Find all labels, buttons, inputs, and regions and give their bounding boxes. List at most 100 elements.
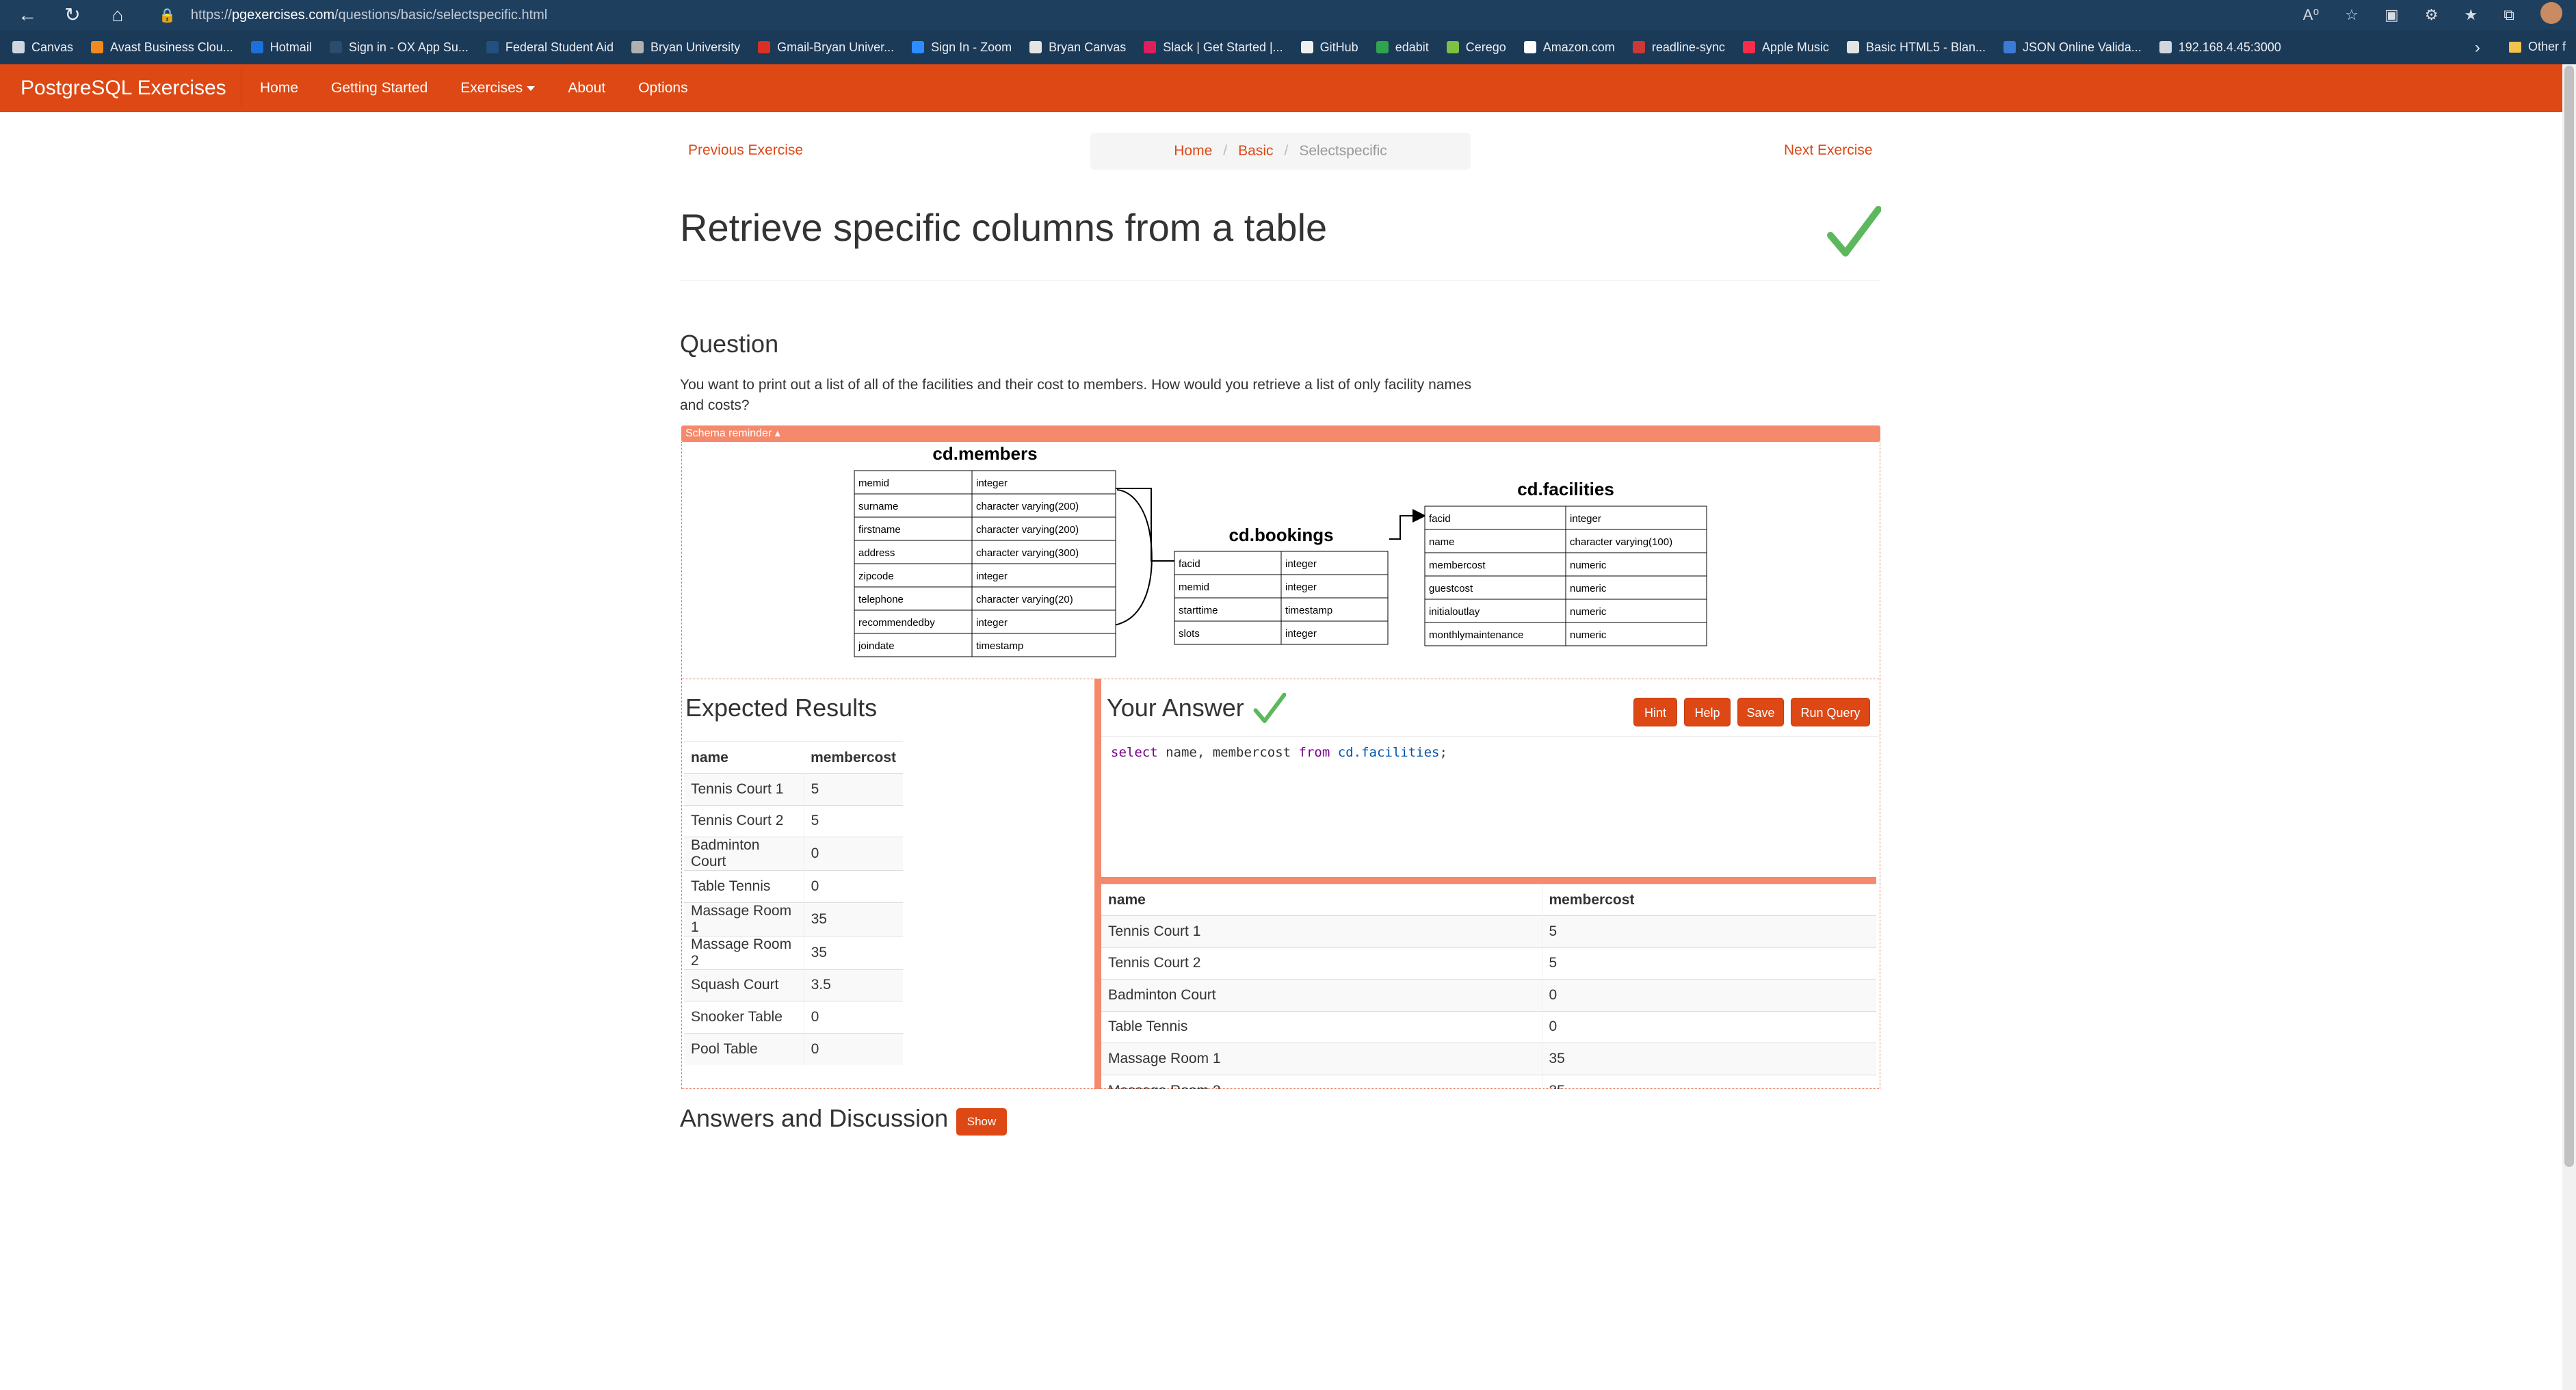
table-row: Snooker Table 0 bbox=[684, 1001, 903, 1033]
table-row: Massage Room 1 35 bbox=[684, 902, 903, 936]
bookmark-item[interactable]: Sign In - Zoom bbox=[912, 40, 1012, 55]
breadcrumb-separator: / bbox=[1223, 143, 1228, 159]
hint-button[interactable]: Hint bbox=[1633, 698, 1677, 726]
schema-column-name: firstname bbox=[858, 524, 901, 536]
bookmark-favicon-icon bbox=[1742, 41, 1755, 53]
home-icon[interactable]: ⌂ bbox=[105, 3, 130, 27]
other-bookmarks[interactable]: Other f bbox=[2509, 40, 2566, 54]
schema-column-name: guestcost bbox=[1429, 583, 1473, 594]
bookmark-favicon-icon bbox=[1300, 41, 1313, 53]
read-aloud-icon[interactable]: A⁰ bbox=[2303, 6, 2319, 24]
bookmark-item[interactable]: Federal Student Aid bbox=[486, 40, 614, 55]
extension-icon[interactable]: ▣ bbox=[2384, 6, 2399, 24]
extensions-puzzle-icon[interactable]: ⚙ bbox=[2425, 6, 2439, 24]
schema-column-type: integer bbox=[976, 617, 1008, 629]
nav-options[interactable]: Options bbox=[622, 64, 704, 112]
schema-column-name: facid bbox=[1429, 513, 1451, 525]
cell-name: Massage Room 1 bbox=[684, 902, 804, 936]
nav-about[interactable]: About bbox=[551, 64, 622, 112]
run-query-button[interactable]: Run Query bbox=[1791, 698, 1870, 726]
answer-correct-check-icon bbox=[1253, 692, 1286, 723]
bookmark-item[interactable]: Hotmail bbox=[250, 40, 312, 55]
schema-column-type: character varying(100) bbox=[1570, 536, 1672, 548]
chevron-right-icon[interactable]: › bbox=[2475, 38, 2480, 57]
schema-column-type: character varying(20) bbox=[976, 594, 1073, 605]
nav-getting-started[interactable]: Getting Started bbox=[315, 64, 444, 112]
bookmark-label: Apple Music bbox=[1761, 40, 1829, 54]
bookmark-item[interactable]: JSON Online Valida... bbox=[2003, 40, 2142, 55]
table-row: Massage Room 1 35 bbox=[1101, 1042, 1876, 1075]
schema-table-facilities: cd.facilities facid integer name character v… bbox=[1424, 479, 1707, 646]
bookmark-item[interactable]: Apple Music bbox=[1742, 40, 1829, 55]
bookmark-label: Amazon.com bbox=[1542, 40, 1615, 54]
next-exercise-link[interactable]: Next Exercise bbox=[1784, 142, 1873, 159]
bookmark-item[interactable]: 192.168.4.45:3000 bbox=[2159, 40, 2281, 55]
bookmark-item[interactable]: GitHub bbox=[1300, 40, 1358, 55]
cell-name: Tennis Court 2 bbox=[1101, 947, 1542, 980]
schema-column-name: joindate bbox=[858, 640, 895, 652]
breadcrumb-basic[interactable]: Basic bbox=[1238, 143, 1273, 159]
relation-bookings-facilities bbox=[1389, 509, 1426, 540]
bookmark-item[interactable]: Bryan Canvas bbox=[1029, 40, 1126, 55]
answer-results-scroll[interactable]: name membercost Tennis Court 1 5 Tennis Co… bbox=[1101, 884, 1876, 1089]
schema-column-name: initialoutlay bbox=[1429, 606, 1480, 618]
cell-membercost: 0 bbox=[1542, 979, 1876, 1011]
cell-name: Badminton Court bbox=[684, 837, 804, 871]
schema-column-name: recommendedby bbox=[858, 617, 935, 629]
schema-column-name: slots bbox=[1179, 628, 1200, 640]
breadcrumb: Home / Basic / Selectspecific bbox=[1090, 133, 1471, 170]
schema-column-name: memid bbox=[1179, 581, 1209, 593]
previous-exercise-link[interactable]: Previous Exercise bbox=[688, 142, 803, 159]
nav-exercises[interactable]: Exercises bbox=[444, 64, 551, 112]
bookmark-item[interactable]: Amazon.com bbox=[1523, 40, 1615, 55]
favorites-icon[interactable]: ★ bbox=[2465, 6, 2478, 24]
question-heading: Question bbox=[680, 330, 779, 358]
profile-avatar[interactable] bbox=[2540, 2, 2562, 28]
bookmark-favicon-icon bbox=[1376, 41, 1389, 53]
answer-results-body: Tennis Court 1 5 Tennis Court 2 5 Badminton … bbox=[1101, 915, 1876, 1089]
schema-column-type: integer bbox=[1570, 513, 1601, 525]
bookmark-item[interactable]: Gmail-Bryan Univer... bbox=[758, 40, 894, 55]
brand-link[interactable]: PostgreSQL Exercises bbox=[21, 64, 226, 112]
cell-name: Table Tennis bbox=[1101, 1010, 1542, 1043]
cell-membercost: 35 bbox=[1542, 1074, 1876, 1089]
nav-home[interactable]: Home bbox=[244, 64, 315, 112]
query-editor[interactable]: select name, membercost from cd.faciliti… bbox=[1101, 736, 1880, 877]
reload-icon[interactable]: ↻ bbox=[60, 3, 85, 27]
cell-name: Tennis Court 1 bbox=[1101, 915, 1542, 947]
url-field[interactable]: 🔒 https://pgexercises.com/questions/basi… bbox=[159, 3, 547, 27]
cell-membercost: 0 bbox=[1542, 1010, 1876, 1043]
scrollbar-thumb[interactable] bbox=[2564, 66, 2574, 1167]
column-header: membercost bbox=[1542, 884, 1876, 916]
show-discussion-button[interactable]: Show bbox=[956, 1108, 1007, 1136]
bookmark-item[interactable]: Canvas bbox=[12, 40, 73, 55]
schema-column-type: numeric bbox=[1570, 560, 1607, 571]
schema-column-name: membercost bbox=[1429, 560, 1486, 571]
help-button[interactable]: Help bbox=[1684, 698, 1731, 726]
bookmark-item[interactable]: readline-sync bbox=[1632, 40, 1725, 55]
bookmark-item[interactable]: Sign in - OX App Su... bbox=[329, 40, 469, 55]
schema-column-name: memid bbox=[858, 477, 889, 489]
bookmark-label: Federal Student Aid bbox=[505, 40, 614, 54]
breadcrumb-home[interactable]: Home bbox=[1174, 143, 1212, 159]
save-button[interactable]: Save bbox=[1737, 698, 1784, 726]
bookmark-item[interactable]: Avast Business Clou... bbox=[91, 40, 233, 55]
bookmark-item[interactable]: Bryan University bbox=[631, 40, 740, 55]
back-arrow-icon[interactable]: ← bbox=[15, 3, 40, 27]
discussion-heading: Answers and Discussion bbox=[680, 1104, 949, 1132]
cell-name: Snooker Table bbox=[684, 1001, 804, 1033]
bookmark-item[interactable]: edabit bbox=[1376, 40, 1429, 55]
bookmark-item[interactable]: Basic HTML5 - Blan... bbox=[1846, 40, 1986, 55]
bookmark-label: Gmail-Bryan Univer... bbox=[777, 40, 895, 54]
bookmark-label: Slack | Get Started |... bbox=[1163, 40, 1283, 54]
schema-reminder-toggle[interactable]: Schema reminder ▴ bbox=[681, 425, 1880, 442]
collections-icon[interactable]: ⧉ bbox=[2503, 6, 2514, 24]
favorite-star-icon[interactable]: ☆ bbox=[2345, 6, 2358, 24]
cell-membercost: 5 bbox=[804, 804, 903, 837]
bookmark-item[interactable]: Cerego bbox=[1446, 40, 1506, 55]
schema-column-type: numeric bbox=[1570, 629, 1607, 641]
schema-table-title: cd.facilities bbox=[1517, 479, 1614, 499]
bookmark-item[interactable]: Slack | Get Started |... bbox=[1144, 40, 1283, 55]
schema-column-name: telephone bbox=[858, 594, 904, 605]
breadcrumb-current: Selectspecific bbox=[1299, 143, 1387, 159]
